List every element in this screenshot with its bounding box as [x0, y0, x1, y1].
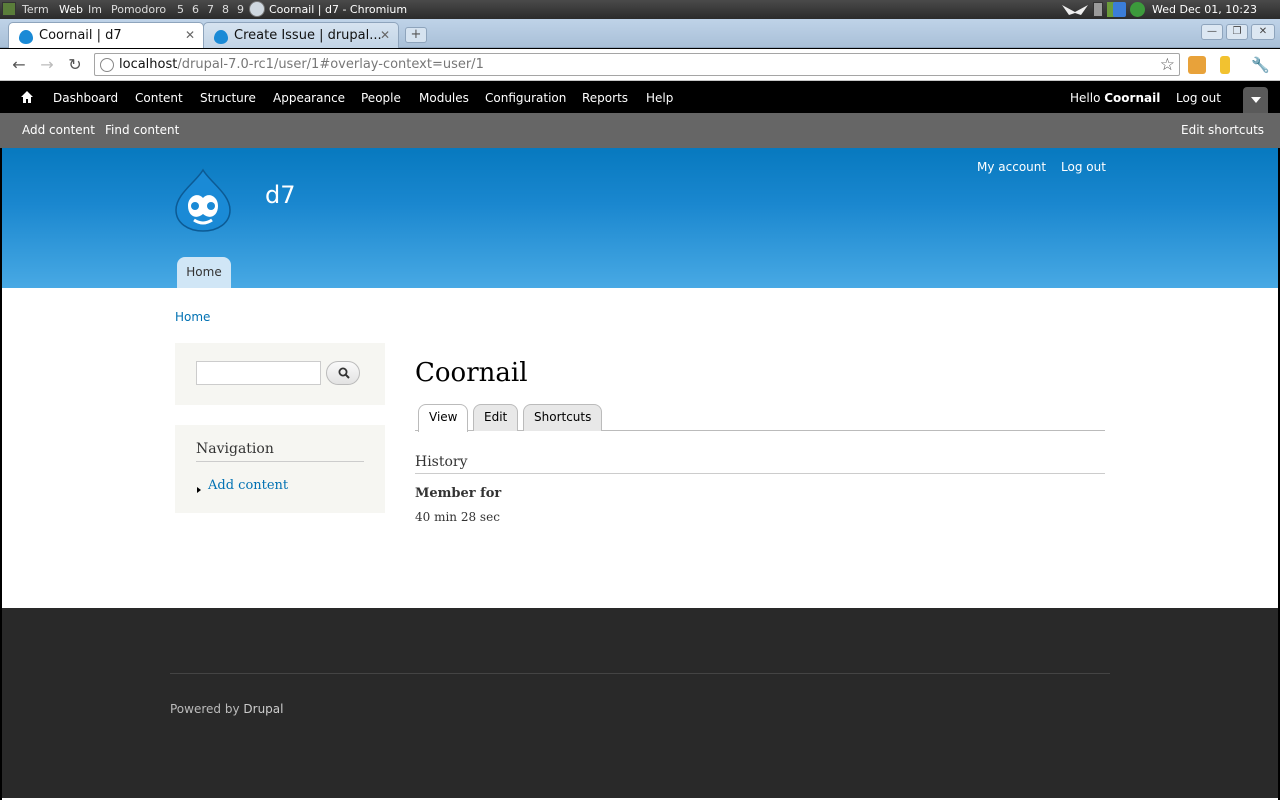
bookmark-star-icon[interactable]: ☆	[1160, 55, 1175, 75]
breadcrumb-home[interactable]: Home	[175, 310, 210, 324]
drupal-favicon-icon	[19, 30, 33, 44]
main-menu-home-tab[interactable]: Home	[177, 257, 231, 288]
window-title: Coornail | d7 - Chromium	[269, 3, 408, 16]
chromium-icon	[249, 1, 265, 17]
reload-icon[interactable]: ↻	[65, 55, 85, 75]
drupal-logo-icon[interactable]	[174, 168, 232, 232]
admin-menu-reports[interactable]: Reports	[582, 91, 628, 105]
extension-phone-icon[interactable]	[1220, 56, 1230, 74]
menu-icon[interactable]	[2, 2, 16, 16]
browser-tab-strip: Coornail | d7 ✕ Create Issue | drupal...…	[0, 19, 1280, 48]
workspace-8[interactable]: 8	[222, 3, 229, 16]
workspace-term[interactable]: Term	[22, 3, 49, 16]
bullet-icon	[197, 487, 201, 493]
nav-add-content-link[interactable]: Add content	[208, 478, 288, 493]
user-greeting: Hello Coornail	[1070, 91, 1161, 105]
logout-link[interactable]: Log out	[1061, 160, 1106, 174]
workspace-5[interactable]: 5	[177, 3, 184, 16]
admin-menu-appearance[interactable]: Appearance	[273, 91, 345, 105]
os-top-panel: Term Web Im Pomodoro 5 6 7 8 9 Coornail …	[0, 0, 1280, 19]
forward-icon[interactable]: →	[37, 55, 57, 75]
tab-edit[interactable]: Edit	[473, 404, 519, 431]
edit-shortcuts-link[interactable]: Edit shortcuts	[1181, 123, 1264, 137]
clock[interactable]: Wed Dec 01, 10:23	[1152, 3, 1257, 16]
extension-basket-icon[interactable]	[1188, 56, 1206, 74]
url-text: localhost/drupal-7.0-rc1/user/1#overlay-…	[119, 57, 484, 72]
member-for-label: Member for	[415, 486, 502, 501]
search-icon	[338, 367, 350, 379]
search-block	[175, 343, 385, 405]
globe-icon	[100, 58, 114, 72]
battery-tray-icon[interactable]	[1093, 2, 1103, 17]
admin-menu-configuration[interactable]: Configuration	[485, 91, 566, 105]
admin-menu-people[interactable]: People	[361, 91, 401, 105]
close-tab-icon[interactable]: ✕	[380, 28, 390, 42]
shortcut-find-content[interactable]: Find content	[105, 123, 179, 137]
dropbox-tray-icon[interactable]	[1113, 2, 1126, 17]
tab-shortcuts[interactable]: Shortcuts	[523, 404, 603, 431]
history-heading: History	[415, 454, 1105, 474]
navigation-title: Navigation	[196, 441, 364, 462]
tab-label: Coornail | d7	[39, 28, 122, 43]
search-input[interactable]	[196, 361, 321, 385]
admin-logout-link[interactable]: Log out	[1176, 91, 1221, 105]
workspace-pomodoro[interactable]: Pomodoro	[111, 3, 166, 16]
admin-menu-content[interactable]: Content	[135, 91, 183, 105]
browser-tab-active[interactable]: Coornail | d7 ✕	[8, 22, 204, 48]
browser-tab-inactive[interactable]: Create Issue | drupal... ✕	[203, 22, 399, 48]
powered-by-text: Powered by Drupal	[170, 702, 284, 716]
restore-icon[interactable]: ❐	[1226, 24, 1248, 40]
tab-label: Create Issue | drupal...	[234, 28, 382, 43]
workspace-9[interactable]: 9	[237, 3, 244, 16]
page-title: Coornail	[415, 358, 528, 388]
new-tab-button[interactable]: +	[405, 27, 427, 43]
tab-view[interactable]: View	[418, 404, 469, 432]
workspace-im[interactable]: Im	[88, 3, 102, 16]
footer-divider	[170, 673, 1110, 674]
admin-menu-modules[interactable]: Modules	[419, 91, 469, 105]
back-icon[interactable]: ←	[9, 55, 29, 75]
admin-menu-structure[interactable]: Structure	[200, 91, 256, 105]
workspace-web[interactable]: Web	[59, 3, 83, 16]
site-header: d7 My account Log out Home	[2, 148, 1278, 288]
close-window-icon[interactable]: ✕	[1251, 24, 1275, 40]
shortcuts-bar: Add content Find content Edit shortcuts	[0, 113, 1280, 148]
address-bar[interactable]: localhost/drupal-7.0-rc1/user/1#overlay-…	[94, 53, 1180, 76]
close-tab-icon[interactable]: ✕	[185, 28, 195, 42]
drupal-page: d7 My account Log out Home Home Navigati…	[2, 148, 1278, 800]
site-name[interactable]: d7	[265, 181, 296, 209]
toolbar-drawer-toggle[interactable]	[1243, 87, 1268, 113]
bird-tray-icon[interactable]	[1061, 2, 1089, 17]
home-icon[interactable]	[20, 90, 34, 104]
username-link[interactable]: Coornail	[1104, 91, 1160, 105]
shortcut-add-content[interactable]: Add content	[22, 123, 95, 137]
navigation-block: Navigation Add content	[175, 425, 385, 513]
drupal-link[interactable]: Drupal	[243, 702, 283, 716]
minimize-icon[interactable]: —	[1201, 24, 1223, 40]
member-for-value: 40 min 28 sec	[415, 510, 500, 524]
site-footer: Powered by Drupal	[2, 608, 1278, 798]
search-button[interactable]	[326, 361, 360, 385]
admin-menu-dashboard[interactable]: Dashboard	[53, 91, 118, 105]
admin-menu-help[interactable]: Help	[646, 91, 673, 105]
my-account-link[interactable]: My account	[977, 160, 1046, 174]
wrench-icon[interactable]: 🔧	[1251, 56, 1270, 74]
primary-tabs: View Edit Shortcuts	[415, 404, 1105, 432]
browser-toolbar: ← → ↻ localhost/drupal-7.0-rc1/user/1#ov…	[0, 49, 1280, 81]
drupal-favicon-icon	[214, 30, 228, 44]
workspace-7[interactable]: 7	[207, 3, 214, 16]
admin-toolbar: Dashboard Content Structure Appearance P…	[0, 82, 1280, 113]
workspace-6[interactable]: 6	[192, 3, 199, 16]
check-tray-icon[interactable]	[1130, 2, 1145, 17]
